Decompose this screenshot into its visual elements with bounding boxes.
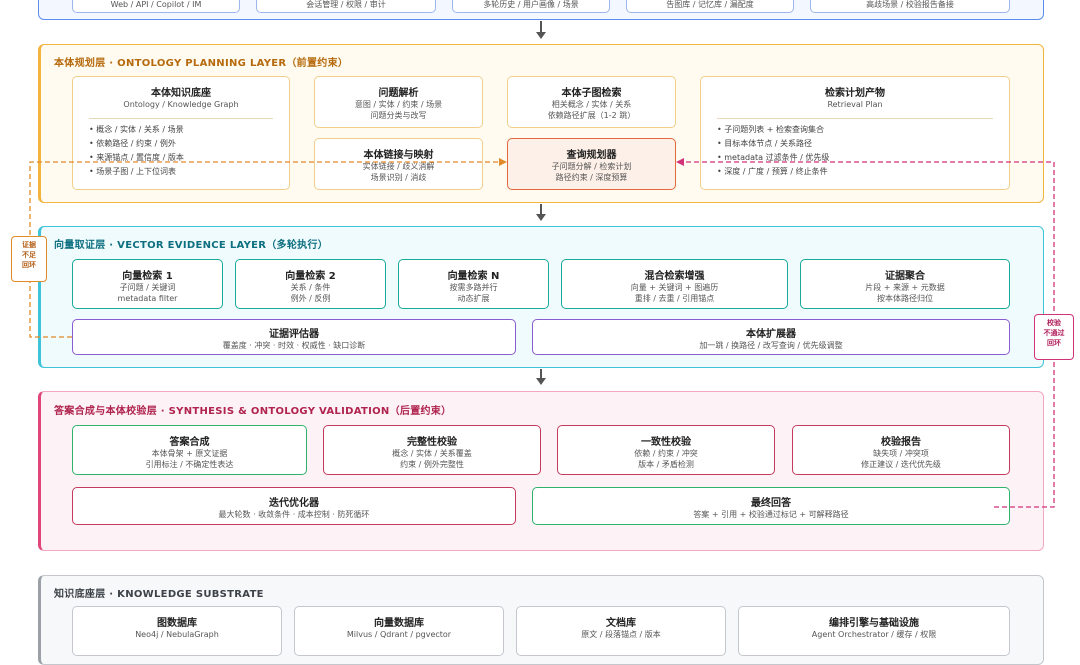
loopback-lines — [29, 158, 1055, 508]
validation-loop-arrowhead — [676, 158, 684, 166]
evidence-loop-line — [29, 161, 500, 338]
validation-failed-loop-tag: 校验 不通过 回环 — [1034, 314, 1074, 360]
validation-loop-line — [684, 161, 1055, 508]
evidence-insufficient-loop-tag: 证据 不足 回环 — [11, 236, 47, 282]
evidence-loop-arrowhead — [499, 158, 507, 166]
